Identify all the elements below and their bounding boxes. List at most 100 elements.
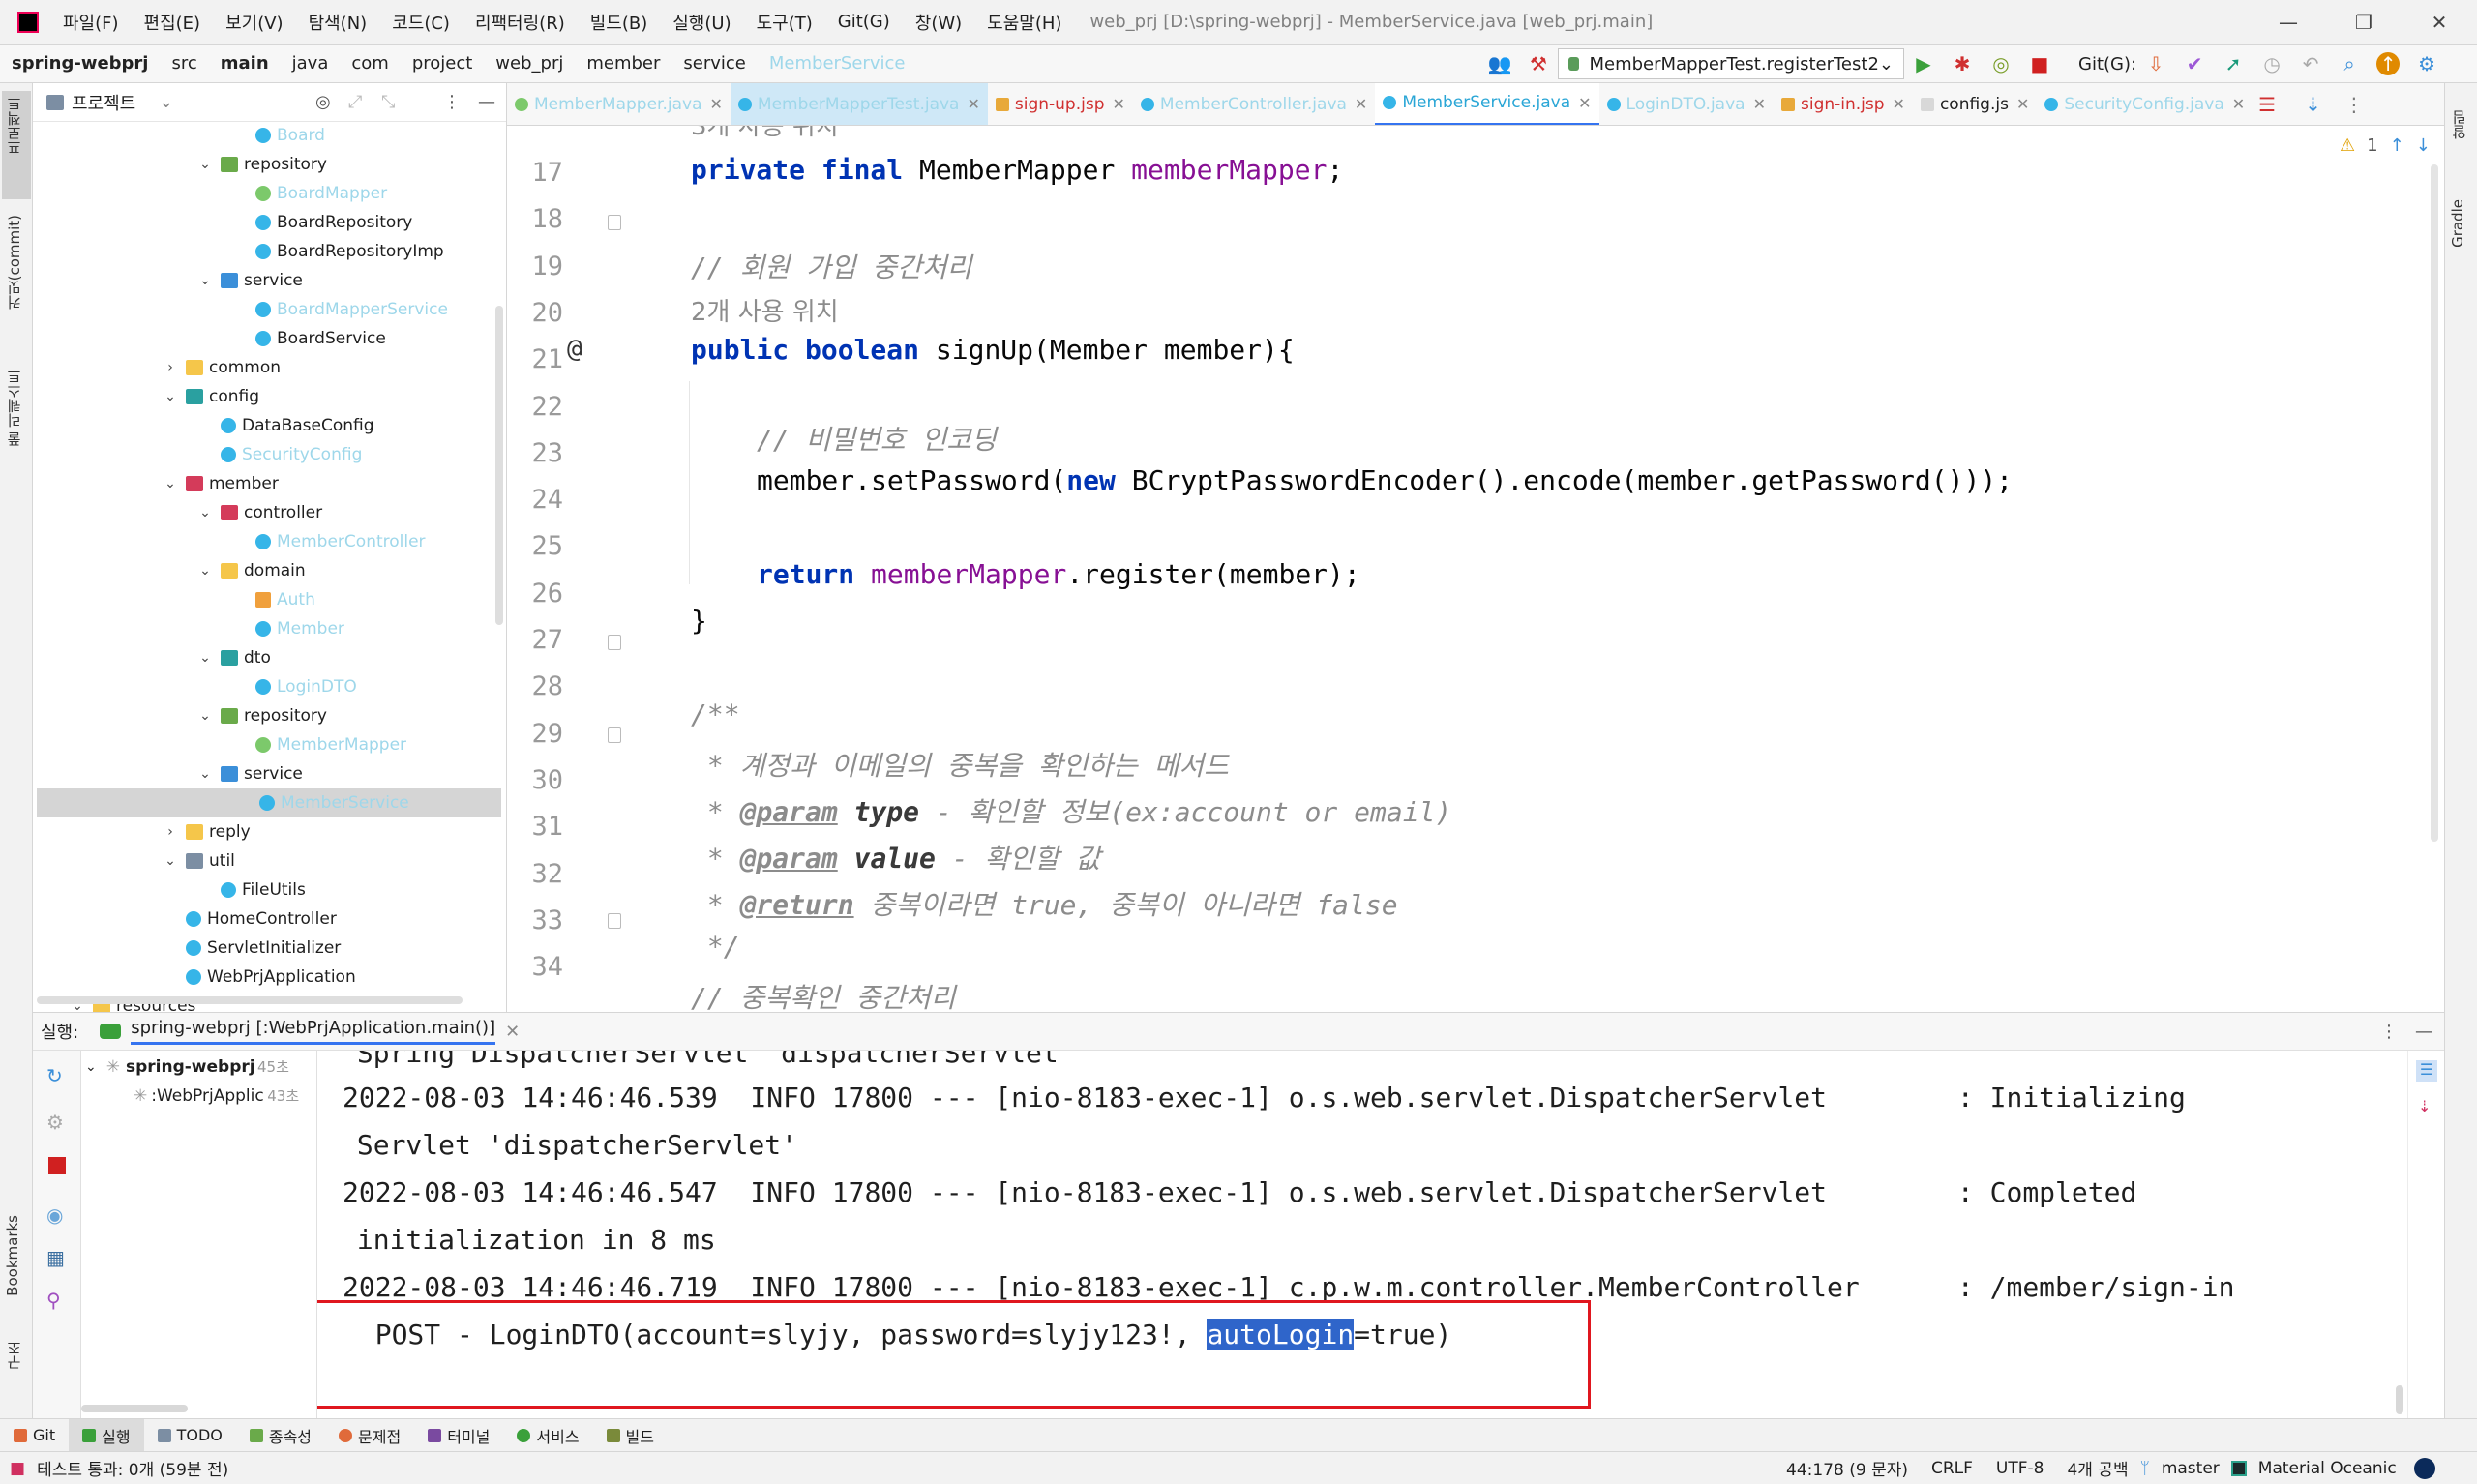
more-options-icon[interactable]: ⋮ [2380, 1022, 2398, 1042]
scrollbar-thumb[interactable] [2431, 164, 2438, 842]
debug-icon[interactable]: ✱ [1951, 52, 1974, 75]
test-status[interactable]: 테스트 통과: 0개 (59분 전) [25, 1456, 240, 1480]
toolwindow-build[interactable]: 빌드 [593, 1419, 668, 1452]
git-branch[interactable]: master [2150, 1459, 2231, 1478]
chevron-down-icon[interactable]: ⌄ [163, 389, 178, 404]
menu-tools[interactable]: 도구(T) [744, 10, 825, 35]
breadcrumb-src[interactable]: src [160, 53, 208, 74]
chevron-down-icon[interactable]: ⌄ [197, 273, 213, 288]
chevron-down-icon[interactable]: ⌄ [197, 708, 213, 724]
tree-item[interactable]: Board [33, 121, 325, 150]
minimize-button[interactable]: — [2251, 0, 2326, 45]
tree-item[interactable]: MemberMapper [33, 730, 406, 759]
tree-item[interactable]: ⌄ dto [33, 643, 271, 672]
toolwindow-terminal[interactable]: 터미널 [414, 1419, 503, 1452]
fold-marker-icon[interactable] [608, 913, 621, 929]
fold-marker-icon[interactable] [608, 635, 621, 650]
chevron-right-icon[interactable]: › [163, 360, 178, 375]
tab-membermappertest[interactable]: MemberMapperTest.java ✕ [730, 83, 988, 125]
project-panel-title[interactable]: 프로젝트 [72, 90, 135, 115]
breadcrumb-member[interactable]: member [575, 53, 671, 74]
tree-item[interactable]: SecurityConfig [33, 440, 362, 469]
tree-item[interactable]: › reply [33, 817, 250, 846]
close-icon[interactable]: ✕ [710, 95, 723, 113]
indent-setting[interactable]: 4개 공백 [2055, 1456, 2139, 1480]
toolwindow-problems[interactable]: 문제점 [325, 1419, 414, 1452]
breadcrumb-memberservice[interactable]: MemberService [758, 53, 917, 74]
download-icon[interactable]: ⇣ [2305, 93, 2321, 116]
close-icon[interactable]: ✕ [2232, 95, 2245, 113]
close-icon[interactable]: ✕ [1113, 95, 1125, 113]
menu-view[interactable]: 보기(V) [213, 10, 295, 35]
update-icon[interactable]: ↑ [2376, 52, 2401, 75]
run-icon[interactable]: ▶ [1912, 52, 1935, 75]
expand-all-icon[interactable]: ⤢ [348, 92, 362, 112]
tree-item[interactable]: BoardMapper [33, 179, 387, 208]
toolwindow-run[interactable]: 실행 [69, 1418, 144, 1452]
close-icon[interactable]: ✕ [1893, 95, 1905, 113]
console-scrollbar[interactable] [2394, 1056, 2405, 1414]
theme-name[interactable]: Material Oceanic [2247, 1459, 2408, 1478]
tree-item[interactable]: ⌄ service [33, 759, 303, 788]
tree-item[interactable]: MemberService [37, 788, 501, 817]
chevron-down-icon[interactable]: ⌄ [197, 766, 213, 782]
tree-item[interactable]: ⌄ controller [33, 498, 322, 527]
tab-sign-in[interactable]: sign-in.jsp ✕ [1774, 83, 1913, 125]
tab-logindto[interactable]: LoginDTO.java ✕ [1599, 83, 1774, 125]
tree-item[interactable]: › common [33, 353, 281, 382]
close-window-button[interactable]: ✕ [2402, 0, 2477, 45]
run-tree-root[interactable]: ⌄ ✳ spring-webprj [:V 45초 [85, 1056, 289, 1077]
project-tree-hscrollbar[interactable] [37, 996, 463, 1004]
gradle-tool-label[interactable]: Gradle [2449, 199, 2466, 248]
run-tree-child[interactable]: ✳ :WebPrjApplic 43초 [134, 1085, 299, 1106]
scroll-to-end-icon[interactable]: ⇣ [2418, 1097, 2431, 1115]
layout-icon[interactable]: ▦ [46, 1246, 65, 1269]
run-config-dropdown[interactable]: MemberMapperTest.registerTest2 ⌄ [1558, 48, 1904, 79]
pull-requests-tool-label[interactable]: 풀 리퀘스트 [4, 370, 24, 447]
breadcrumb-java[interactable]: java [281, 53, 341, 74]
tree-item[interactable]: ⌄ repository [33, 701, 327, 730]
tree-item[interactable]: Member [33, 614, 344, 643]
tree-item[interactable]: LoginDTO [33, 672, 357, 701]
breadcrumb-service[interactable]: service [671, 53, 757, 74]
tree-item[interactable]: Auth [33, 585, 315, 614]
menu-run[interactable]: 실행(U) [660, 10, 743, 35]
usages-hint[interactable]: 2개 사용 위치 [691, 292, 839, 328]
rollback-icon[interactable]: ↶ [2299, 52, 2322, 75]
hammer-icon[interactable]: ⚒ [1527, 52, 1550, 75]
chevron-down-icon[interactable]: ⌄ [197, 563, 213, 579]
console-output[interactable]: Spring DispatcherServlet 'dispatcherServ… [317, 1051, 2407, 1418]
menu-help[interactable]: 도움말(H) [974, 10, 1074, 35]
git-push-icon[interactable]: ➚ [2222, 52, 2245, 75]
cursor-position[interactable]: 44:178 (9 문자) [1775, 1456, 1920, 1480]
tree-item[interactable]: DataBaseConfig [33, 411, 374, 440]
run-tree-scrollbar[interactable] [81, 1405, 188, 1412]
editor-scrollbar[interactable] [2423, 126, 2444, 1012]
breadcrumb-com[interactable]: com [340, 53, 400, 74]
history-icon[interactable]: ◷ [2260, 52, 2283, 75]
settings-icon[interactable]: ⚙ [2415, 52, 2438, 75]
chevron-down-icon[interactable]: ⌄ [197, 505, 213, 520]
menu-refactor[interactable]: 리팩터링(R) [463, 10, 578, 35]
commit-tool-label[interactable]: 커밋(commit) [4, 215, 24, 310]
code-editor[interactable]: 17 18 19 20 21 22 23 24 25 26 27 28 29 30 31 32 33 34 @ ⚠ … [507, 126, 2444, 1012]
notifications-tool-label[interactable]: 알림 [2449, 110, 2469, 139]
restore-button[interactable]: ❐ [2326, 0, 2402, 45]
soft-wrap-icon[interactable]: ☰ [2416, 1060, 2437, 1082]
chevron-down-icon[interactable]: ⌄ [163, 853, 178, 869]
tree-item[interactable]: BoardService [33, 324, 386, 353]
settings-icon[interactable]: ⚙ [46, 1111, 64, 1134]
menu-file[interactable]: 파일(F) [50, 10, 132, 35]
menu-build[interactable]: 빌드(B) [578, 10, 661, 35]
breadcrumb-web-prj[interactable]: web_prj [484, 53, 575, 74]
menu-code[interactable]: 코드(C) [379, 10, 463, 35]
more-options-icon[interactable]: ⋮ [443, 92, 461, 112]
inspection-widget[interactable]: ⚠ 1 ↑ ↓ [2340, 135, 2431, 156]
menu-window[interactable]: 창(W) [903, 10, 974, 35]
menu-git[interactable]: Git(G) [825, 12, 903, 32]
hide-panel-icon[interactable]: — [478, 92, 495, 112]
git-update-icon[interactable]: ⇩ [2144, 52, 2167, 75]
tree-item[interactable]: MemberController [33, 527, 426, 556]
collapse-all-icon[interactable]: ⤡ [381, 92, 395, 112]
line-separator[interactable]: CRLF [1920, 1459, 1985, 1478]
